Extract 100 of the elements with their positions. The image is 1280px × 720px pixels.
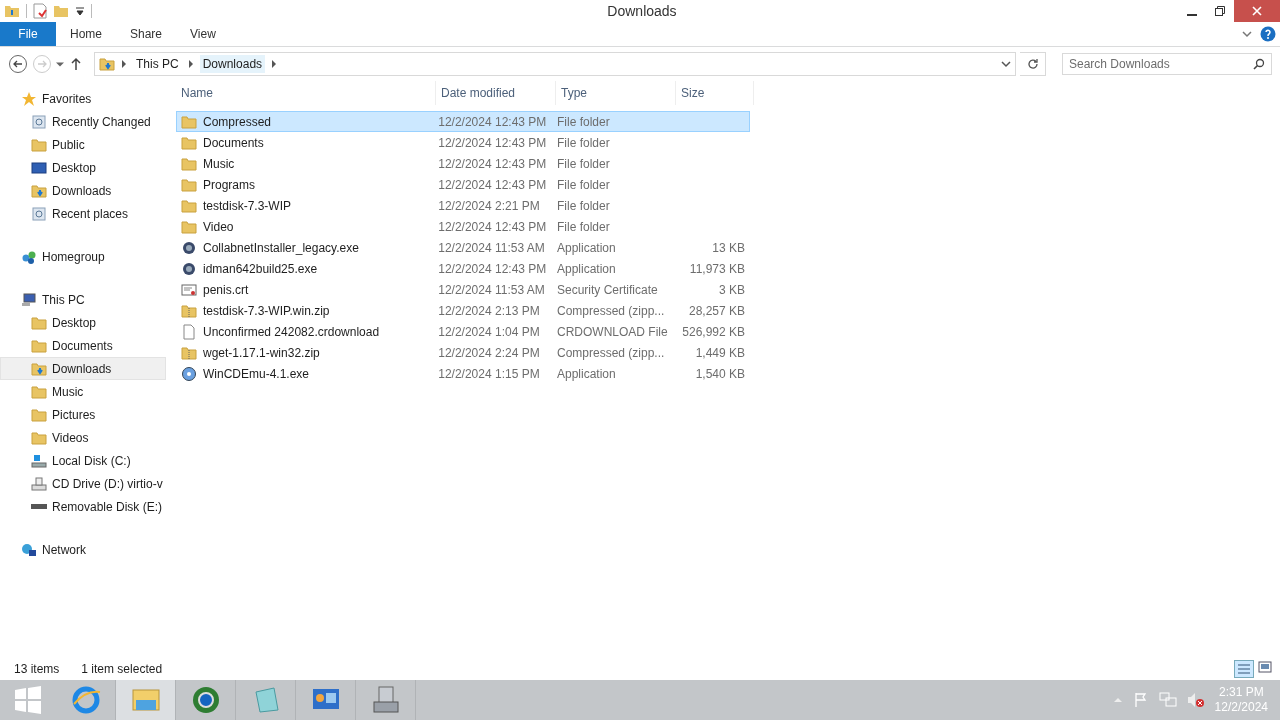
help-icon[interactable] (1260, 26, 1276, 42)
properties-icon[interactable] (33, 3, 47, 19)
file-row[interactable]: Compressed 12/2/2024 12:43 PM File folder (176, 111, 750, 132)
nav-pane-item[interactable]: Network (0, 538, 166, 561)
ribbon-tab[interactable]: View (176, 22, 230, 46)
type-cell: Security Certificate (557, 282, 658, 297)
large-icons-view-icon[interactable] (1258, 660, 1272, 674)
type-cell: CRDOWNLOAD File (557, 324, 668, 339)
recent-locations-button[interactable] (56, 61, 64, 67)
control-panel-icon (312, 689, 339, 709)
breadcrumb[interactable]: This PC (133, 55, 182, 73)
folder-icon[interactable] (4, 3, 20, 19)
back-button[interactable] (8, 54, 28, 74)
star-icon (21, 90, 37, 107)
file-row[interactable]: testdisk-7.3-WIP.win.zip 12/2/2024 2:13 PM Compressed (zipp... 28,257 KB (176, 300, 750, 321)
date-cell: 12/2/2024 2:24 PM (438, 345, 540, 360)
notepad-icon (255, 687, 278, 713)
nav-pane-item[interactable]: Recently Changed (0, 110, 166, 133)
nav-pane-item[interactable]: Desktop (0, 311, 166, 334)
taskbar-button[interactable] (116, 680, 176, 720)
column-header[interactable]: Date modified (436, 81, 556, 105)
file-name: testdisk-7.3-WIP (203, 198, 292, 213)
zip-folder-icon (181, 302, 197, 319)
ribbon-tab[interactable]: Home (56, 22, 116, 46)
file-row[interactable]: CollabnetInstaller_legacy.exe 12/2/2024 11:53 AM Application 13 KB (176, 237, 750, 258)
file-row[interactable]: Music 12/2/2024 12:43 PM File folder (176, 153, 750, 174)
date-cell: 12/2/2024 12:43 PM (438, 114, 547, 129)
file-name: WinCDEmu-4.1.exe (203, 366, 310, 381)
file-name: idman642build25.exe (203, 261, 318, 276)
item-count: 13 items (14, 662, 60, 676)
nav-pane-item[interactable]: Pictures (0, 403, 166, 426)
file-row[interactable]: idman642build25.exe 12/2/2024 12:43 PM Application 11,973 KB (176, 258, 750, 279)
type-cell: Application (557, 261, 616, 276)
nav-pane-item[interactable]: Public (0, 133, 166, 156)
nav-pane-item[interactable]: Desktop (0, 156, 166, 179)
file-row[interactable]: Video 12/2/2024 12:43 PM File folder (176, 216, 750, 237)
file-row[interactable]: testdisk-7.3-WIP 12/2/2024 2:21 PM File folder (176, 195, 750, 216)
desktop-icon (31, 159, 47, 176)
dropdown-icon[interactable] (75, 6, 85, 16)
nav-pane-item[interactable]: Videos (0, 426, 166, 449)
folder-icon (31, 406, 47, 423)
separator-icon (121, 60, 127, 68)
date-cell: 12/2/2024 1:04 PM (438, 324, 540, 339)
folder-icon (31, 383, 47, 400)
nav-pane-item[interactable]: Local Disk (C:) (0, 449, 166, 472)
file-row[interactable]: Programs 12/2/2024 12:43 PM File folder (176, 174, 750, 195)
address-bar[interactable]: This PC Downloads (94, 52, 1016, 76)
folder-icon (31, 314, 47, 331)
date-cell: 12/2/2024 11:53 AM (438, 282, 545, 297)
folder-icon (181, 218, 197, 235)
column-header[interactable]: Size (676, 81, 754, 105)
folder-icon (132, 689, 159, 711)
date-cell: 12/2/2024 2:21 PM (438, 198, 540, 213)
nav-pane-item[interactable]: CD Drive (D:) virtio-v (0, 472, 166, 495)
column-header[interactable]: Type (556, 81, 676, 105)
muted-speaker-icon[interactable] (1186, 692, 1205, 708)
file-row[interactable]: Documents 12/2/2024 12:43 PM File folder (176, 132, 750, 153)
nav-pane-item[interactable]: Favorites (0, 87, 166, 110)
file-tab[interactable]: File (0, 22, 56, 46)
recent-icon (31, 205, 47, 222)
file-row[interactable]: WinCDEmu-4.1.exe 12/2/2024 1:15 PM Application 1,540 KB (176, 363, 750, 384)
file-name: CollabnetInstaller_legacy.exe (203, 240, 359, 255)
type-cell: File folder (557, 177, 610, 192)
nav-pane-item[interactable]: This PC (0, 288, 166, 311)
nav-pane-item[interactable]: Downloads (0, 357, 166, 380)
certificate-icon (181, 281, 197, 298)
search-field[interactable]: Search Downloads (1062, 53, 1272, 75)
refresh-button[interactable] (1020, 52, 1046, 76)
nav-pane-item[interactable]: Documents (0, 334, 166, 357)
download-folder-icon (31, 182, 47, 199)
recent-icon (31, 113, 47, 130)
file-row[interactable]: Unconfirmed 242082.crdownload 12/2/2024 1:04 PM CRDOWNLOAD File 526,992 KB (176, 321, 750, 342)
file-name: Unconfirmed 242082.crdownload (203, 324, 380, 339)
breadcrumb[interactable]: Downloads (199, 55, 266, 73)
ribbon-tab[interactable]: Share (116, 22, 177, 46)
size-cell: 1,540 KB (695, 366, 745, 381)
nav-pane-item[interactable]: Homegroup (0, 245, 166, 268)
type-cell: File folder (557, 114, 610, 129)
folder-icon (181, 113, 197, 130)
chevron-icon[interactable] (1001, 59, 1011, 69)
restore-icon (1215, 6, 1225, 16)
column-header[interactable]: Name (176, 81, 436, 105)
file-row[interactable]: wget-1.17.1-win32.zip 12/2/2024 2:24 PM Compressed (zipp... 1,449 KB (176, 342, 750, 363)
type-cell: Application (557, 240, 616, 255)
chevron-icon[interactable] (1242, 29, 1252, 39)
date-cell: 12/2/2024 11:53 AM (438, 240, 545, 255)
type-cell: Compressed (zipp... (557, 303, 665, 318)
nav-pane-item[interactable]: Music (0, 380, 166, 403)
cd-drive-icon (31, 475, 47, 492)
nav-pane-item[interactable]: Downloads (0, 179, 166, 202)
separator-icon (271, 60, 278, 68)
file-row[interactable]: penis.crt 12/2/2024 11:53 AM Security Certificate 3 KB (176, 279, 750, 300)
download-folder-icon (31, 360, 47, 377)
nav-pane-item[interactable]: Recent places (0, 202, 166, 225)
date-cell: 12/2/2024 12:43 PM (438, 219, 547, 234)
selection-count: 1 item selected (81, 662, 163, 676)
size-cell: 1,449 KB (695, 345, 745, 360)
details-view-icon[interactable] (1234, 660, 1254, 678)
window-title: Downloads (606, 3, 678, 19)
nav-pane-item[interactable]: Removable Disk (E:) (0, 495, 166, 518)
